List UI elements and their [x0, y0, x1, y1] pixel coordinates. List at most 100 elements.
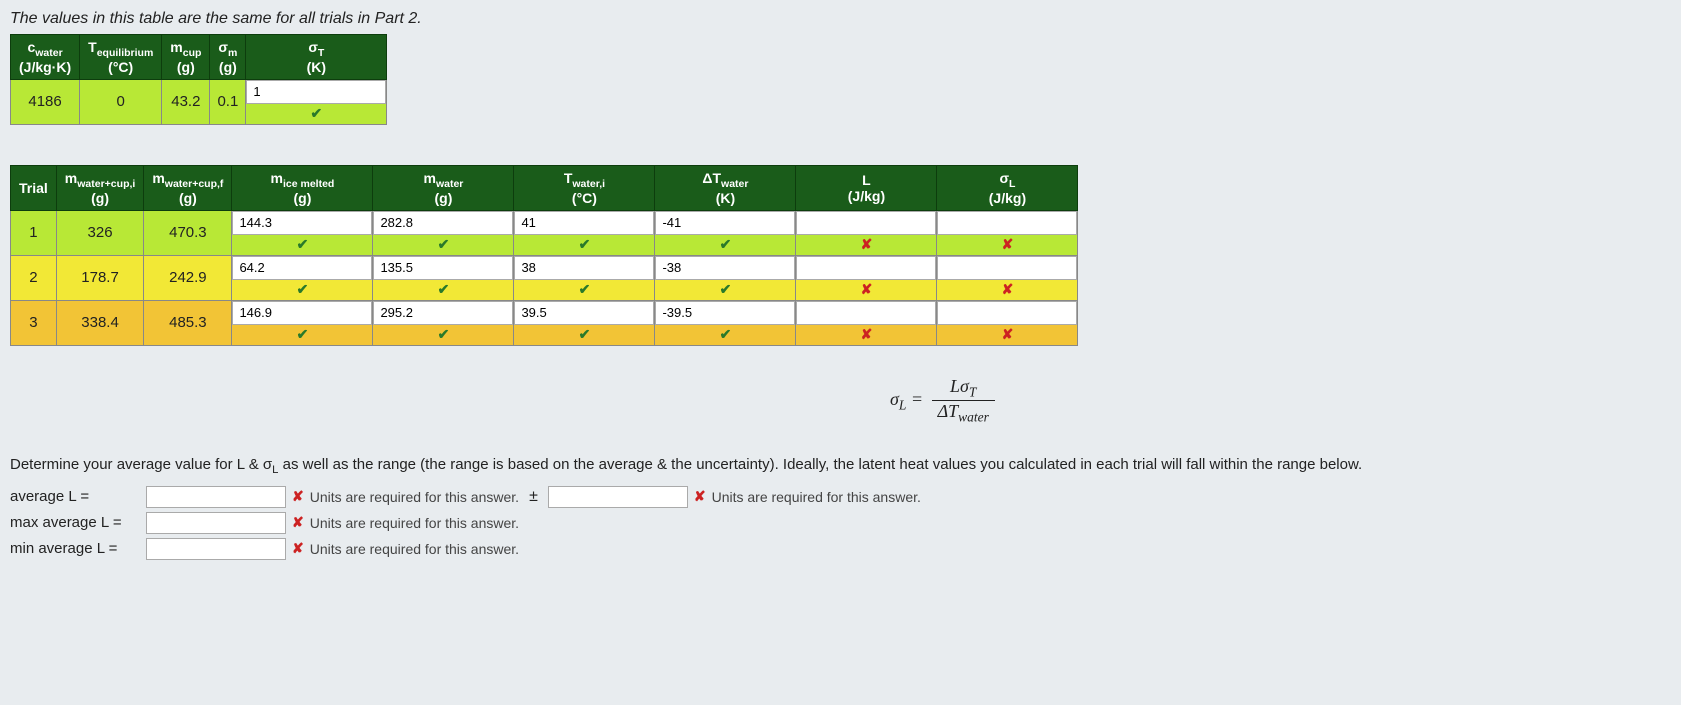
header-cwater: cwater(J/kg·K) [11, 35, 80, 80]
t_wi-input[interactable] [514, 256, 654, 280]
cell-m_water: ✔ [373, 210, 514, 255]
header-mwci: mwater+cup,i(g) [56, 165, 144, 210]
sigma-l-formula: σL = LσT ΔTwater [890, 376, 1671, 426]
L-input[interactable] [796, 256, 936, 280]
header-sigmaL: σL(J/kg) [937, 165, 1078, 210]
constants-table: cwater(J/kg·K) Tequilibrium(°C) mcup(g) … [10, 34, 387, 125]
teq-value: 0 [80, 79, 162, 124]
check-icon: ✔ [720, 236, 732, 253]
check-icon: ✔ [579, 281, 591, 298]
max-average-l-label: max average L = [10, 514, 140, 531]
cross-icon: ✘ [694, 488, 706, 505]
cell-m_wcf: 485.3 [144, 300, 232, 345]
header-mice: mice melted(g) [232, 165, 373, 210]
check-icon: ✔ [579, 326, 591, 343]
cell-m_wci: 178.7 [56, 255, 144, 300]
min-average-l-input[interactable] [146, 538, 286, 560]
m_water-input[interactable] [373, 211, 513, 235]
m_water-input[interactable] [373, 301, 513, 325]
cell-m_ice: ✔ [232, 210, 373, 255]
check-icon: ✔ [720, 326, 732, 343]
check-icon: ✔ [720, 281, 732, 298]
intro-text: The values in this table are the same fo… [10, 10, 1671, 28]
average-l-input[interactable] [146, 486, 286, 508]
cross-icon: ✘ [1002, 281, 1014, 298]
header-mwater: mwater(g) [373, 165, 514, 210]
cross-icon: ✘ [1002, 236, 1014, 253]
header-dtw: ΔTwater(K) [655, 165, 796, 210]
cross-icon: ✘ [292, 514, 304, 531]
cell-m_water: ✔ [373, 255, 514, 300]
average-l-uncert-input[interactable] [548, 486, 688, 508]
m_ice-input[interactable] [232, 256, 372, 280]
table-row: 2178.7242.9✔✔✔✔✘✘ [11, 255, 1078, 300]
cell-trial: 1 [11, 210, 57, 255]
dt_w-input[interactable] [655, 211, 795, 235]
min-average-l-label: min average L = [10, 540, 140, 557]
cell-sigma_L: ✘ [937, 300, 1078, 345]
cross-icon: ✘ [292, 488, 304, 505]
dt_w-input[interactable] [655, 256, 795, 280]
header-mcup: mcup(g) [162, 35, 210, 80]
sigma_L-input[interactable] [937, 211, 1077, 235]
header-L: L(J/kg) [796, 165, 937, 210]
header-sigmam: σm(g) [210, 35, 246, 80]
mcup-value: 43.2 [162, 79, 210, 124]
check-icon: ✔ [438, 236, 450, 253]
cell-dt_w: ✔ [655, 210, 796, 255]
cell-m_wci: 338.4 [56, 300, 144, 345]
sigma_L-input[interactable] [937, 256, 1077, 280]
t_wi-input[interactable] [514, 301, 654, 325]
check-icon: ✔ [438, 326, 450, 343]
header-trial: Trial [11, 165, 57, 210]
cross-icon: ✘ [1002, 326, 1014, 343]
header-twi: Twater,i(°C) [514, 165, 655, 210]
table-row: 3338.4485.3 ✔ ✔ ✔ ✔ ✘ ✘ [11, 300, 1078, 345]
instruction-text: Determine your average value for L & σL … [10, 456, 1671, 476]
plus-minus: ± [529, 488, 538, 506]
check-icon: ✔ [310, 105, 322, 122]
header-sigmat: σT(K) [246, 35, 387, 80]
dt_w-input[interactable] [655, 301, 795, 325]
units-feedback: Units are required for this answer. [310, 489, 519, 505]
m_ice-input[interactable] [232, 301, 372, 325]
cell-dt_w: ✔ [655, 255, 796, 300]
min-average-l-row: min average L = ✘ Units are required for… [10, 538, 1671, 560]
units-feedback: Units are required for this answer. [310, 515, 519, 531]
cell-trial: 3 [11, 300, 57, 345]
header-mwcf: mwater+cup,f(g) [144, 165, 232, 210]
header-teq: Tequilibrium(°C) [80, 35, 162, 80]
trials-table: Trial mwater+cup,i(g) mwater+cup,f(g) mi… [10, 165, 1078, 346]
cell-trial: 2 [11, 255, 57, 300]
cell-m_water: ✔ [373, 300, 514, 345]
m_ice-input[interactable] [232, 211, 372, 235]
cwater-value: 4186 [11, 79, 80, 124]
cell-sigma_L: ✘ [937, 210, 1078, 255]
cell-m_wci: 326 [56, 210, 144, 255]
t_wi-input[interactable] [514, 211, 654, 235]
cross-icon: ✘ [861, 281, 873, 298]
units-feedback: Units are required for this answer. [310, 541, 519, 557]
sigma_L-input[interactable] [937, 301, 1077, 325]
m_water-input[interactable] [373, 256, 513, 280]
cell-L: ✘ [796, 210, 937, 255]
cell-t_wi: ✔ [514, 210, 655, 255]
check-icon: ✔ [297, 236, 309, 253]
cell-sigma_L: ✘ [937, 255, 1078, 300]
cell-t_wi: ✔ [514, 300, 655, 345]
L-input[interactable] [796, 211, 936, 235]
cross-icon: ✘ [861, 326, 873, 343]
max-average-l-input[interactable] [146, 512, 286, 534]
average-l-label: average L = [10, 488, 140, 505]
check-icon: ✔ [579, 236, 591, 253]
table-row: 1326470.3 ✔ ✔ ✔ ✔ ✘ ✘ [11, 210, 1078, 255]
cell-m_wcf: 470.3 [144, 210, 232, 255]
L-input[interactable] [796, 301, 936, 325]
check-icon: ✔ [297, 326, 309, 343]
check-icon: ✔ [297, 281, 309, 298]
sigmat-input[interactable] [246, 80, 386, 104]
cross-icon: ✘ [292, 540, 304, 557]
cell-m_ice: ✔ [232, 255, 373, 300]
cross-icon: ✘ [861, 236, 873, 253]
cell-dt_w: ✔ [655, 300, 796, 345]
